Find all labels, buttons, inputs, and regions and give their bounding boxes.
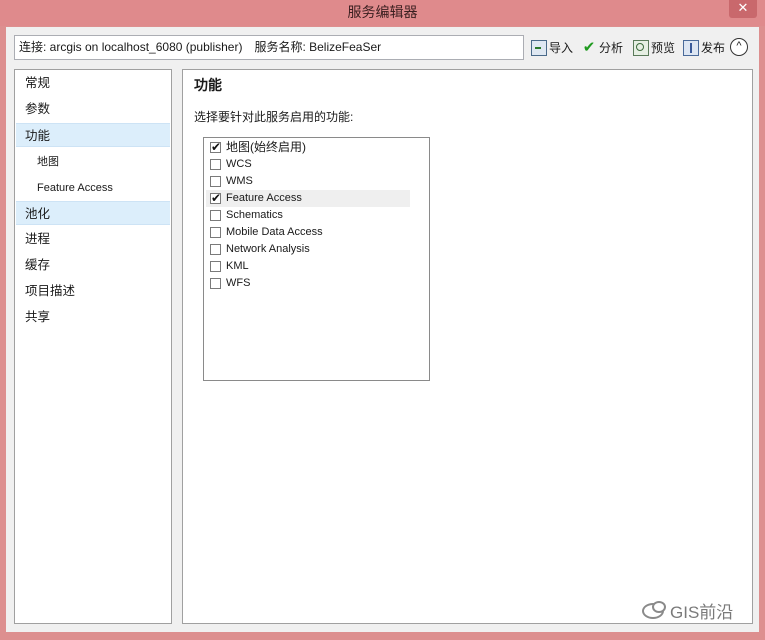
analyze-label: 分析 xyxy=(599,41,624,55)
nav-item-label: 缓存 xyxy=(25,258,51,272)
capability-checkbox[interactable] xyxy=(210,278,221,289)
capability-label: Feature Access xyxy=(226,192,302,204)
close-button[interactable]: ✕ xyxy=(729,0,757,18)
capability-item-wcs[interactable]: WCS xyxy=(206,156,410,173)
capability-label: 地图(始终启用) xyxy=(226,140,306,154)
capability-label: Mobile Data Access xyxy=(226,226,323,238)
capability-checkbox[interactable] xyxy=(210,176,221,187)
window-title: 服务编辑器 xyxy=(347,4,418,20)
nav-item-label: 功能 xyxy=(25,129,51,143)
preview-icon xyxy=(633,40,649,56)
preview-label: 预览 xyxy=(651,41,676,55)
capability-checkbox[interactable] xyxy=(210,244,221,255)
connection-label: 连接: arcgis on localhost_6080 (publisher) xyxy=(19,40,243,54)
capability-label: KML xyxy=(226,260,249,272)
capability-checkbox[interactable] xyxy=(210,139,221,155)
import-icon xyxy=(531,40,547,56)
publish-button[interactable]: 发布 xyxy=(683,39,725,57)
watermark: GIS前沿 xyxy=(642,598,733,623)
nav-item-feature-access[interactable]: Feature Access xyxy=(16,175,170,199)
nav-item-caching[interactable]: 缓存 xyxy=(16,253,170,277)
capability-label: Network Analysis xyxy=(226,243,310,255)
nav-item-capabilities[interactable]: 功能 xyxy=(16,123,170,147)
preview-button[interactable]: 预览 xyxy=(633,39,675,57)
nav-item-map[interactable]: 地图 xyxy=(16,149,170,173)
nav-item-label: 地图 xyxy=(37,156,59,168)
watermark-text: GIS前沿 xyxy=(670,603,734,622)
nav-item-pooling[interactable]: 池化 xyxy=(16,201,170,225)
nav-item-sharing[interactable]: 共享 xyxy=(16,305,170,329)
capability-label: Schematics xyxy=(226,209,283,221)
nav-item-label: 池化 xyxy=(25,207,51,221)
settings-nav: 常规 参数 功能 地图 Feature Access 池化 进程 缓存 项目描述… xyxy=(14,69,172,624)
import-button[interactable]: 导入 xyxy=(531,39,573,57)
analyze-button[interactable]: ✔ 分析 xyxy=(581,39,623,57)
toolbar: 连接: arcgis on localhost_6080 (publisher)… xyxy=(6,27,759,67)
checkmark-icon: ✔ xyxy=(582,39,596,56)
capability-item-wms[interactable]: WMS xyxy=(206,173,410,190)
capability-label: WFS xyxy=(226,277,251,289)
nav-item-general[interactable]: 常规 xyxy=(16,71,170,95)
connection-field[interactable]: 连接: arcgis on localhost_6080 (publisher)… xyxy=(14,35,524,60)
capability-item-feature-access[interactable]: Feature Access xyxy=(206,190,410,207)
capabilities-panel: 功能 选择要针对此服务启用的功能: 地图(始终启用) WCS WMS Featu… xyxy=(182,69,753,624)
capability-label: WCS xyxy=(226,158,252,170)
nav-item-label: 进程 xyxy=(25,232,51,246)
capability-item-network-analysis[interactable]: Network Analysis xyxy=(206,241,410,258)
capability-checkbox[interactable] xyxy=(210,227,221,238)
capability-label: WMS xyxy=(226,175,253,187)
capability-item-wfs[interactable]: WFS xyxy=(206,275,410,292)
wechat-icon xyxy=(642,600,666,619)
publish-label: 发布 xyxy=(701,41,726,55)
capability-item-schematics[interactable]: Schematics xyxy=(206,207,410,224)
service-name-label: 服务名称: BelizeFeaSer xyxy=(254,40,382,54)
nav-item-label: 常规 xyxy=(25,76,51,90)
collapse-button[interactable]: ^ xyxy=(730,38,748,56)
publish-icon xyxy=(683,40,699,56)
capability-checkbox[interactable] xyxy=(210,159,221,170)
capability-item-kml[interactable]: KML xyxy=(206,258,410,275)
import-label: 导入 xyxy=(549,41,574,55)
nav-item-label: 参数 xyxy=(25,102,51,116)
nav-item-label: 共享 xyxy=(25,310,51,324)
window-titlebar: 服务编辑器 ✕ xyxy=(0,0,765,26)
service-editor-window: 连接: arcgis on localhost_6080 (publisher)… xyxy=(6,27,759,632)
nav-item-parameters[interactable]: 参数 xyxy=(16,97,170,121)
nav-item-label: 项目描述 xyxy=(25,284,76,298)
capability-checkbox[interactable] xyxy=(210,210,221,221)
capability-checkbox[interactable] xyxy=(210,190,221,206)
nav-item-processes[interactable]: 进程 xyxy=(16,227,170,251)
nav-item-label: Feature Access xyxy=(37,182,113,194)
capability-item-mapping[interactable]: 地图(始终启用) xyxy=(206,139,410,156)
capability-checkbox[interactable] xyxy=(210,261,221,272)
capability-item-mobile-data-access[interactable]: Mobile Data Access xyxy=(206,224,410,241)
capabilities-list: 地图(始终启用) WCS WMS Feature Access Schemati… xyxy=(203,137,430,381)
panel-instruction: 选择要针对此服务启用的功能: xyxy=(194,110,354,124)
panel-title: 功能 xyxy=(194,77,222,93)
nav-item-item-description[interactable]: 项目描述 xyxy=(16,279,170,303)
